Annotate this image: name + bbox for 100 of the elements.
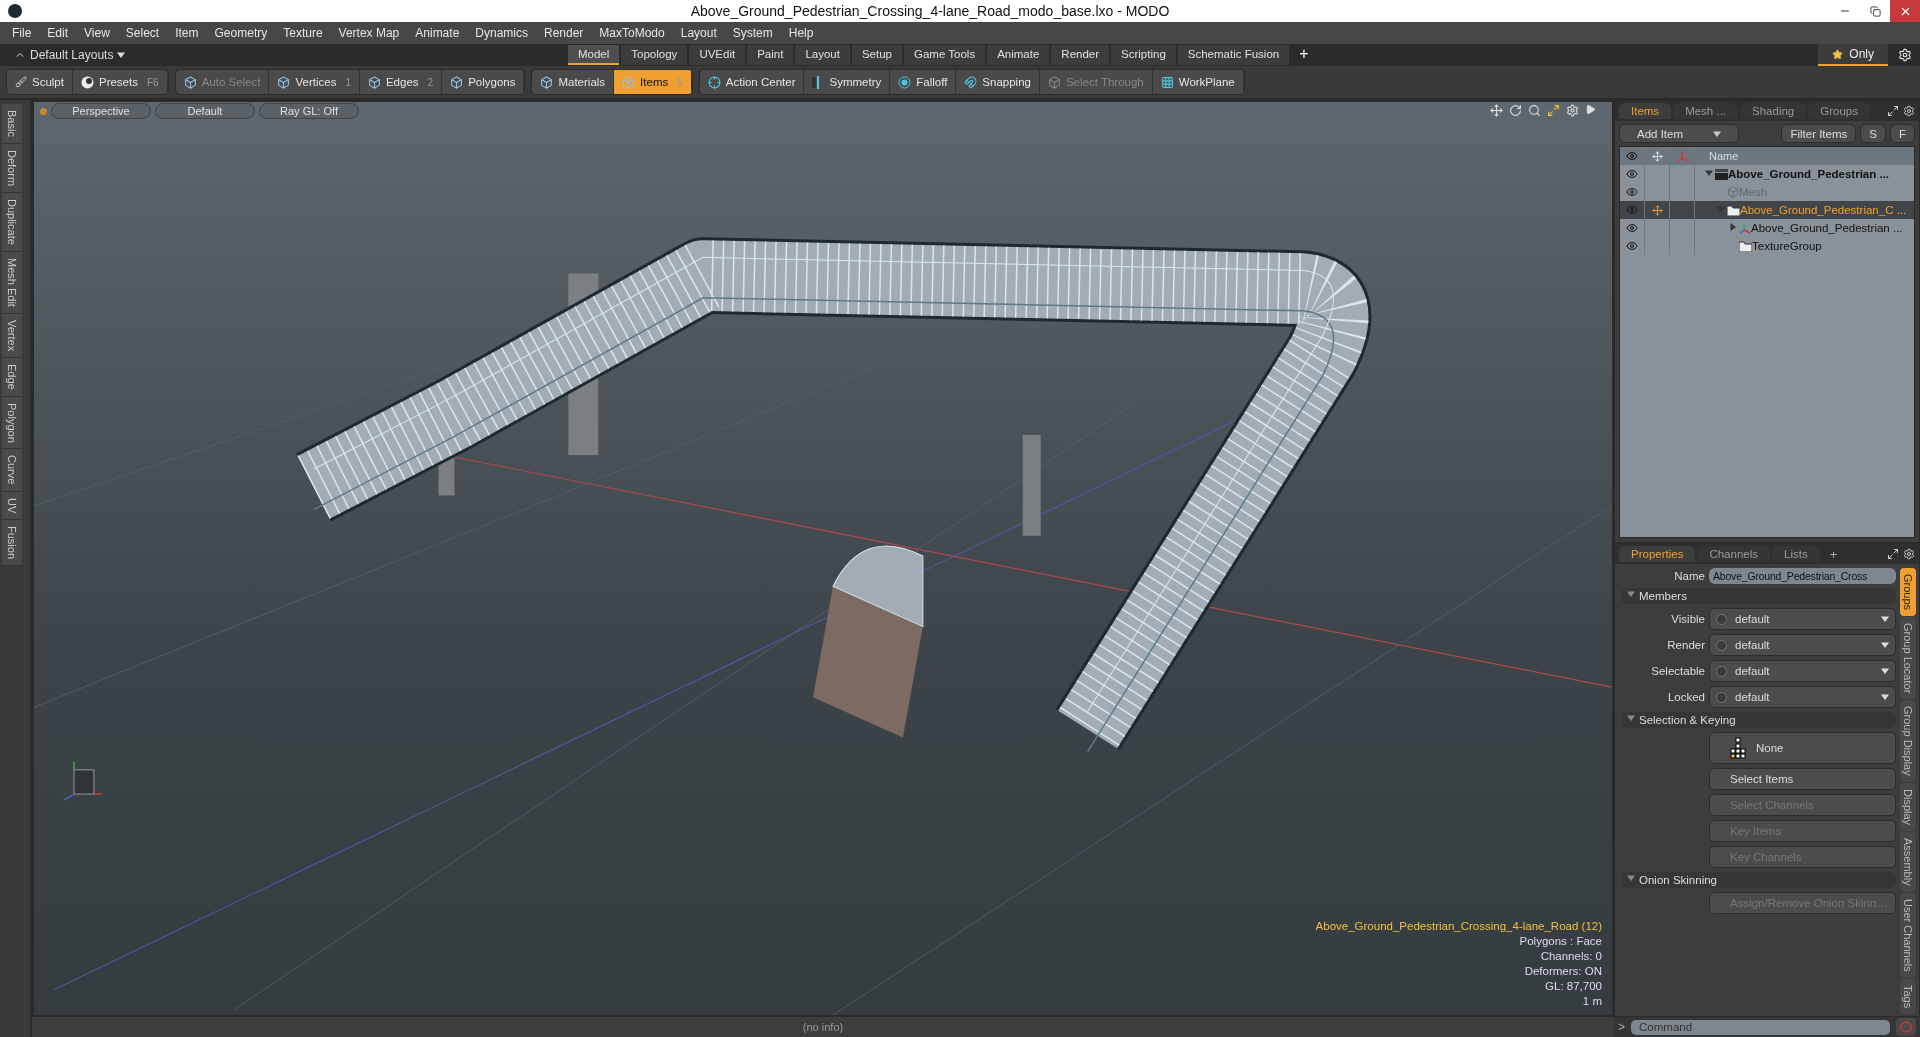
settings-icon[interactable] [1903,548,1915,560]
layouts-dropdown[interactable]: Default Layouts [8,47,568,63]
rotate-icon[interactable] [1509,104,1522,117]
side-tab[interactable]: Group Display [1900,700,1916,783]
search-icon[interactable] [1528,104,1541,117]
side-tab[interactable]: User Channels [1900,892,1916,978]
dropdown[interactable]: default [1709,634,1896,656]
menu-item[interactable]: Select [117,26,168,40]
dropdown[interactable]: default [1709,660,1896,682]
menu-item[interactable]: View [76,26,118,40]
eye-icon[interactable] [1626,240,1638,252]
menu-item[interactable]: Dynamics [467,26,536,40]
dropdown[interactable]: default [1709,608,1896,630]
tool-button[interactable]: Presets F6 [72,70,168,94]
section-header[interactable]: Onion Skinning [1621,872,1896,888]
dropdown[interactable]: default [1709,686,1896,708]
play-icon[interactable] [1585,104,1596,115]
viewport-button[interactable]: Perspective [51,103,151,119]
tree-row[interactable]: Above_Ground_Pedestrian ... [1620,165,1914,183]
tool-tab[interactable]: Mesh Edit [2,251,22,314]
menu-item[interactable]: Geometry [206,26,276,40]
panel-tab[interactable]: Groups [1808,103,1870,119]
layout-tab[interactable]: UVEdit [689,45,746,65]
tool-tab[interactable]: Vertex [2,313,22,358]
tool-button[interactable]: Sculpt [7,70,73,94]
tool-button[interactable]: Polygons [442,70,525,94]
add-tab-button[interactable]: + [1299,45,1309,65]
add-item-button[interactable]: Add Item [1619,124,1739,143]
collapsed-arrow-icon[interactable] [1729,223,1737,231]
tool-tab[interactable]: UV [2,491,22,521]
layout-tab[interactable]: Model [568,45,620,65]
panel-tab[interactable]: Channels [1697,546,1770,562]
tool-tab[interactable]: Curve [2,449,22,492]
eye-icon[interactable] [1626,168,1638,180]
panel-tab[interactable]: Lists [1772,546,1820,562]
expanded-arrow-icon[interactable] [1705,169,1713,177]
tool-button[interactable]: Items 5 [614,70,692,94]
name-field[interactable]: Above_Ground_Pedestrian_Cross [1709,568,1896,584]
tool-tab[interactable]: Deform [2,143,22,193]
layout-tab[interactable]: Paint [747,45,794,65]
menu-item[interactable]: Layout [672,26,725,40]
filter-items-button[interactable]: Filter Items [1781,124,1857,143]
move-icon[interactable] [1490,104,1503,117]
layout-tab[interactable]: Animate [987,45,1050,65]
section-header[interactable]: Selection & Keying [1621,712,1896,728]
eye-icon[interactable] [1626,186,1638,198]
side-tab[interactable]: Tags [1900,978,1916,1014]
tool-tab[interactable]: Polygon [2,396,22,450]
panel-tab[interactable]: Properties [1619,546,1696,562]
tree-row[interactable]: Above_Ground_Pedestrian ... [1620,219,1914,237]
tool-tab[interactable]: Fusion [2,520,22,567]
layout-tab[interactable]: Schematic Fusion [1177,45,1290,65]
close-button[interactable] [1890,0,1920,22]
viewport-button[interactable]: Default [155,103,255,119]
layout-tab[interactable]: Layout [795,45,850,65]
side-tab[interactable]: Groups [1900,568,1916,617]
tool-tab[interactable]: Duplicate [2,192,22,252]
tool-button[interactable]: Vertices 1 [269,70,360,94]
viewport-button[interactable]: Ray GL: Off [259,103,359,119]
menu-item[interactable]: Help [780,26,822,40]
tool-button[interactable]: Snapping [956,70,1040,94]
layout-tab[interactable]: Scripting [1111,45,1176,65]
command-field[interactable]: Command [1631,1019,1890,1035]
menu-item[interactable]: Vertex Map [330,26,408,40]
panel-tab[interactable]: Mesh ... [1673,103,1739,119]
f-button[interactable]: F [1889,124,1915,143]
settings-icon[interactable] [1898,48,1912,62]
layout-tab[interactable]: Game Tools [904,45,986,65]
tool-button[interactable]: WorkPlane [1152,70,1244,94]
side-tab[interactable]: Assembly [1900,832,1916,892]
menu-item[interactable]: Item [167,26,207,40]
tree-row[interactable]: TextureGroup [1620,237,1914,255]
action-button[interactable]: Select Items [1709,768,1896,790]
tool-tab[interactable]: Edge [2,357,22,397]
side-tab[interactable]: Group Locator [1900,617,1916,700]
tool-button[interactable]: Action Center [699,70,805,94]
maximize-icon[interactable] [1887,105,1899,117]
menu-item[interactable]: MaxToModo [591,26,673,40]
menu-item[interactable]: Texture [275,26,331,40]
menu-item[interactable]: System [724,26,781,40]
layout-tab[interactable]: Topology [621,45,688,65]
panel-tab[interactable]: Items [1619,103,1672,119]
layout-tab[interactable]: Render [1051,45,1110,65]
settings-icon[interactable] [1903,105,1915,117]
layout-tab[interactable]: Setup [851,45,902,65]
menu-item[interactable]: File [4,26,40,40]
tool-button[interactable]: Falloff [890,70,957,94]
record-button[interactable] [1896,1018,1916,1036]
menu-item[interactable]: Render [536,26,592,40]
s-button[interactable]: S [1860,124,1886,143]
eye-icon[interactable] [1626,222,1638,234]
menu-item[interactable]: Animate [407,26,468,40]
tool-button[interactable]: Edges 2 [359,70,443,94]
tool-tab[interactable]: Basic [2,104,22,144]
only-button[interactable]: Only [1818,44,1888,66]
menu-item[interactable]: Edit [39,26,77,40]
preset-button[interactable]: None [1709,732,1896,764]
side-tab[interactable]: Display [1900,783,1916,832]
add-tab-button[interactable]: + [1829,546,1838,562]
section-header[interactable]: Members [1621,588,1896,604]
